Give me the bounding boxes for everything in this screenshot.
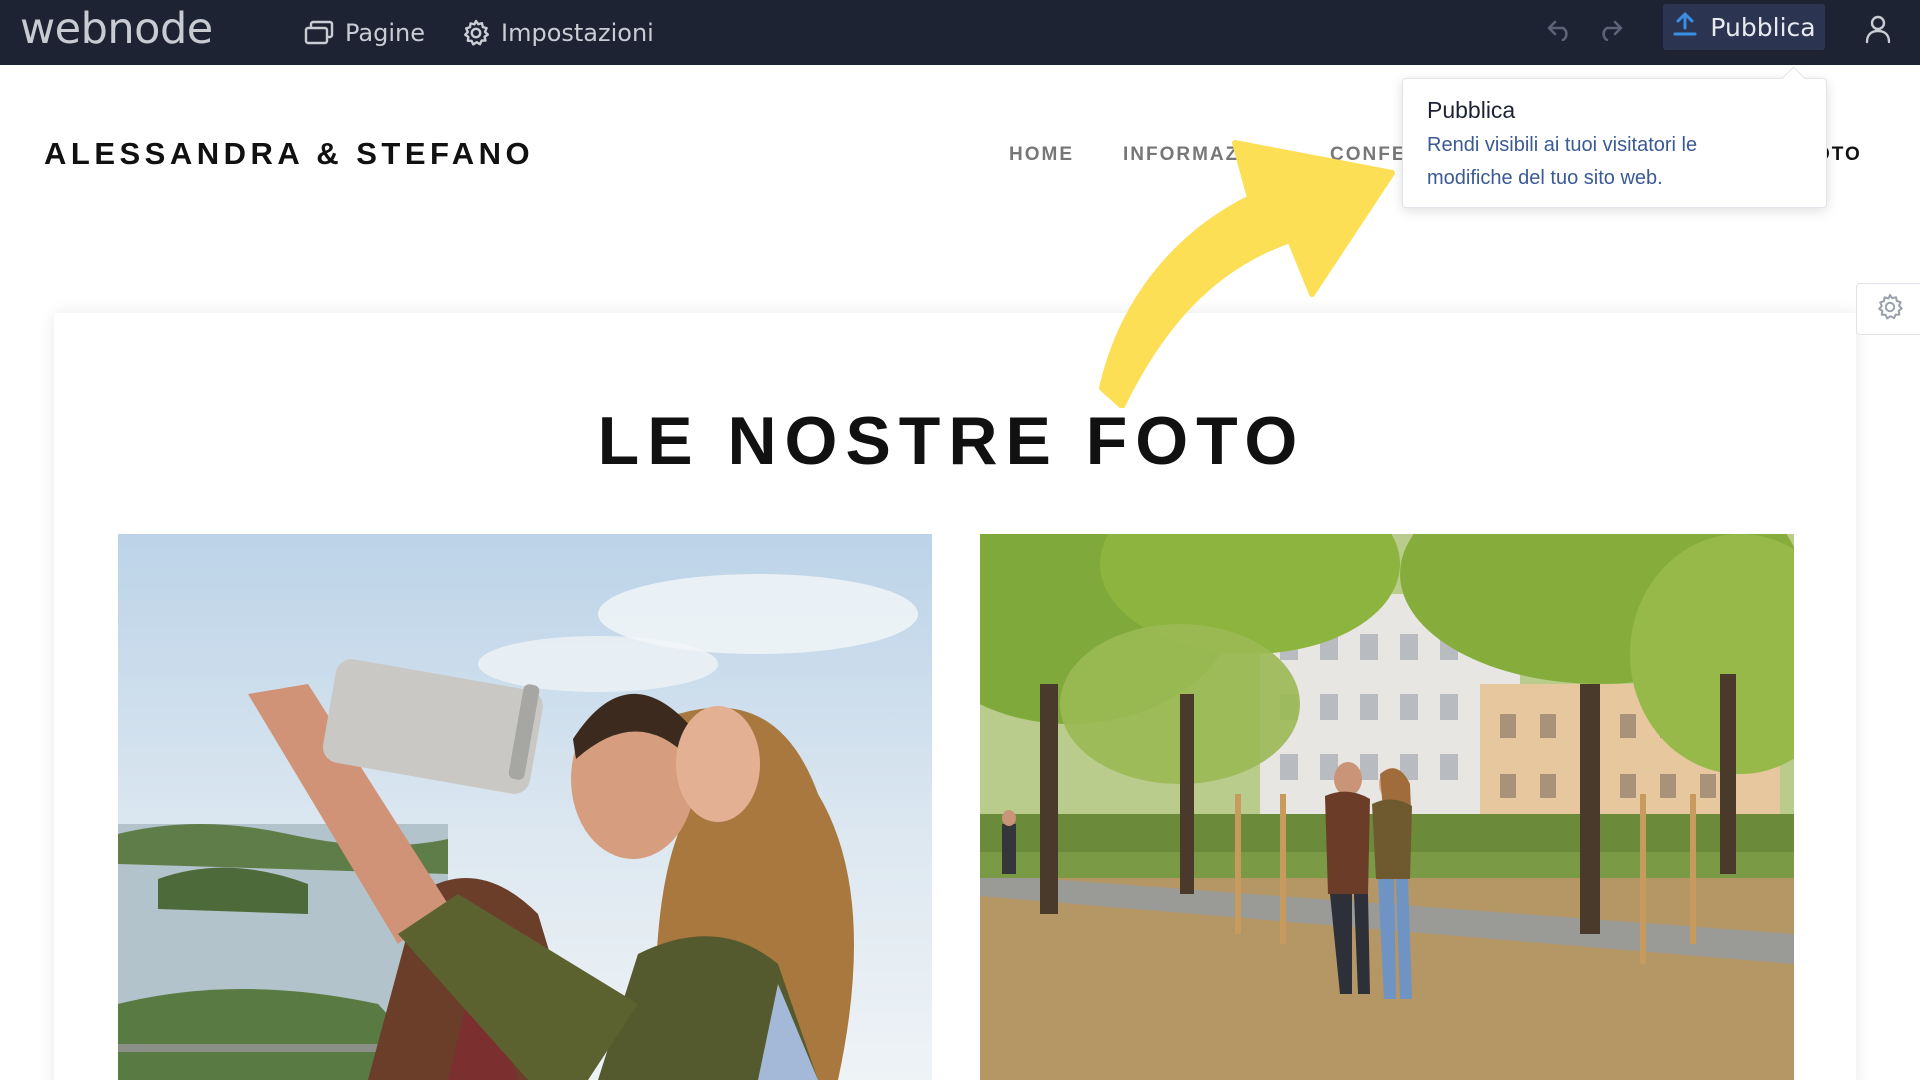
editor-topbar: webnode Pagine Impostazioni Pubblica	[0, 0, 1920, 65]
settings-label: Impostazioni	[501, 19, 654, 47]
upload-icon	[1672, 11, 1698, 43]
photo-park-couple[interactable]	[980, 534, 1794, 1080]
redo-button[interactable]	[1590, 12, 1630, 52]
redo-icon	[1596, 19, 1624, 46]
tooltip-title: Pubblica	[1427, 97, 1516, 123]
photo-selfie-couple[interactable]	[118, 534, 932, 1080]
page-heading[interactable]: LE NOSTRE FOTO	[0, 402, 1903, 480]
user-button[interactable]	[1858, 10, 1898, 52]
settings-button[interactable]: Impostazioni	[461, 12, 654, 54]
gear-icon	[461, 18, 491, 48]
user-icon	[1864, 14, 1892, 49]
tooltip-description: Rendi visibili ai tuoi visitatori le mod…	[1427, 134, 1698, 189]
publish-button[interactable]: Pubblica	[1663, 4, 1825, 50]
undo-icon	[1546, 19, 1574, 46]
section-settings-button[interactable]	[1856, 283, 1920, 335]
undo-button[interactable]	[1540, 12, 1580, 52]
annotation-arrow	[1099, 140, 1395, 408]
menu-item-home[interactable]: HOME	[1009, 144, 1074, 166]
publish-tooltip: Pubblica Rendi visibili ai tuoi visitato…	[1402, 78, 1827, 208]
publish-label: Pubblica	[1710, 12, 1816, 42]
webnode-logo[interactable]: webnode	[20, 4, 213, 54]
pages-label: Pagine	[345, 19, 425, 47]
site-title[interactable]: ALESSANDRA & STEFANO	[44, 136, 534, 172]
pages-icon	[303, 19, 335, 47]
gear-icon	[1875, 292, 1905, 327]
pages-button[interactable]: Pagine	[303, 12, 425, 54]
